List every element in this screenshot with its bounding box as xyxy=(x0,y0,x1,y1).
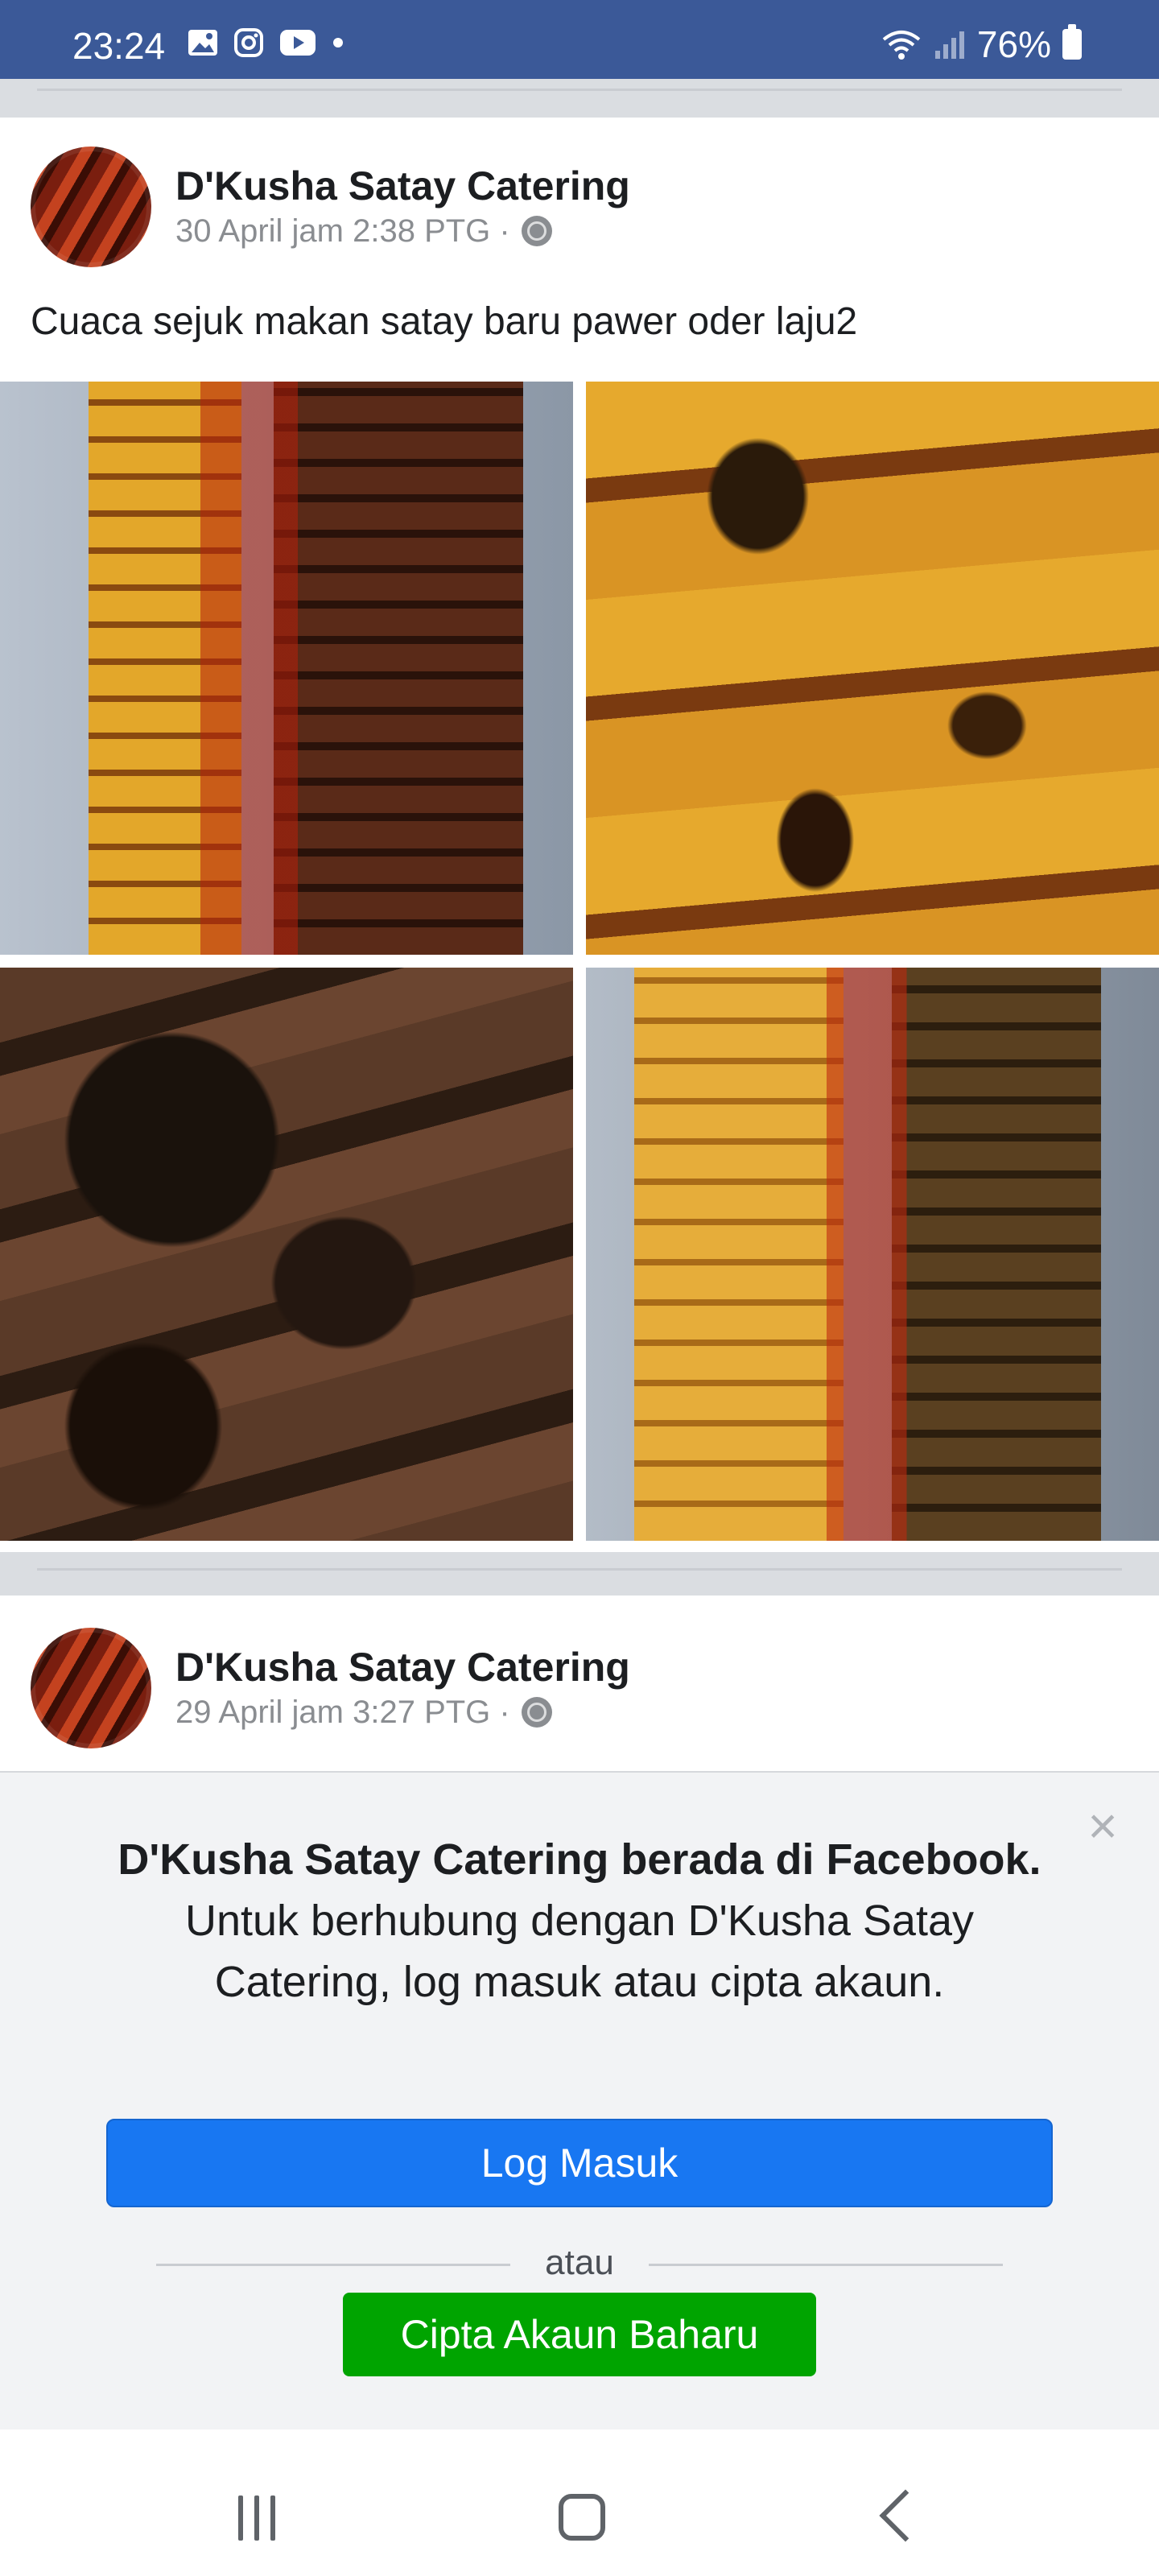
status-time: 23:24 xyxy=(72,25,166,67)
wifi-icon xyxy=(882,31,921,60)
post-header: D'Kusha Satay Catering 30 April jam 2:38… xyxy=(31,147,630,267)
dot-icon xyxy=(333,38,343,47)
avatar[interactable] xyxy=(31,147,151,267)
signal-icon xyxy=(934,31,964,59)
close-icon[interactable]: × xyxy=(1079,1800,1127,1852)
post-header: D'Kusha Satay Catering 29 April jam 3:27… xyxy=(31,1628,630,1748)
image-icon xyxy=(188,30,217,56)
satay-photo-4[interactable] xyxy=(586,968,1159,1541)
status-bar: 23:24 76% xyxy=(0,0,1159,79)
satay-photo-1[interactable] xyxy=(0,382,573,955)
post-author[interactable]: D'Kusha Satay Catering xyxy=(175,1643,630,1691)
home-icon[interactable] xyxy=(559,2494,605,2541)
post-author[interactable]: D'Kusha Satay Catering xyxy=(175,162,630,210)
or-label: atau xyxy=(545,2243,614,2282)
feed-separator xyxy=(0,1552,1159,1596)
battery-icon xyxy=(1062,24,1082,60)
globe-icon xyxy=(521,1697,552,1728)
post-text: Cuaca sejuk makan satay baru pawer oder … xyxy=(31,300,858,343)
recents-icon[interactable] xyxy=(238,2496,275,2541)
login-prompt-bold: D'Kusha Satay Catering berada di Faceboo… xyxy=(118,1835,1041,1884)
login-prompt-text: Untuk berhubung dengan D'Kusha Satay Cat… xyxy=(184,1897,974,2006)
login-prompt-dialog: × D'Kusha Satay Catering berada di Faceb… xyxy=(0,1771,1159,2431)
login-button[interactable]: Log Masuk xyxy=(106,2119,1053,2207)
post-timestamp[interactable]: 30 April jam 2:38 PTG · xyxy=(175,210,510,252)
or-divider: atau xyxy=(156,2240,1003,2288)
satay-photo-3[interactable] xyxy=(0,968,573,1541)
back-icon[interactable] xyxy=(879,2489,932,2542)
login-prompt-message: D'Kusha Satay Catering berada di Faceboo… xyxy=(113,1829,1046,2013)
instagram-icon xyxy=(234,28,263,57)
post-timestamp[interactable]: 29 April jam 3:27 PTG · xyxy=(175,1691,510,1733)
youtube-icon xyxy=(280,30,316,56)
satay-photo-2[interactable] xyxy=(586,382,1159,955)
avatar[interactable] xyxy=(31,1628,151,1748)
navigation-bar xyxy=(0,2429,1159,2576)
globe-icon xyxy=(521,216,552,246)
battery-percent: 76% xyxy=(976,23,1051,65)
feed-separator xyxy=(0,79,1159,118)
create-account-button[interactable]: Cipta Akaun Baharu xyxy=(343,2293,816,2376)
